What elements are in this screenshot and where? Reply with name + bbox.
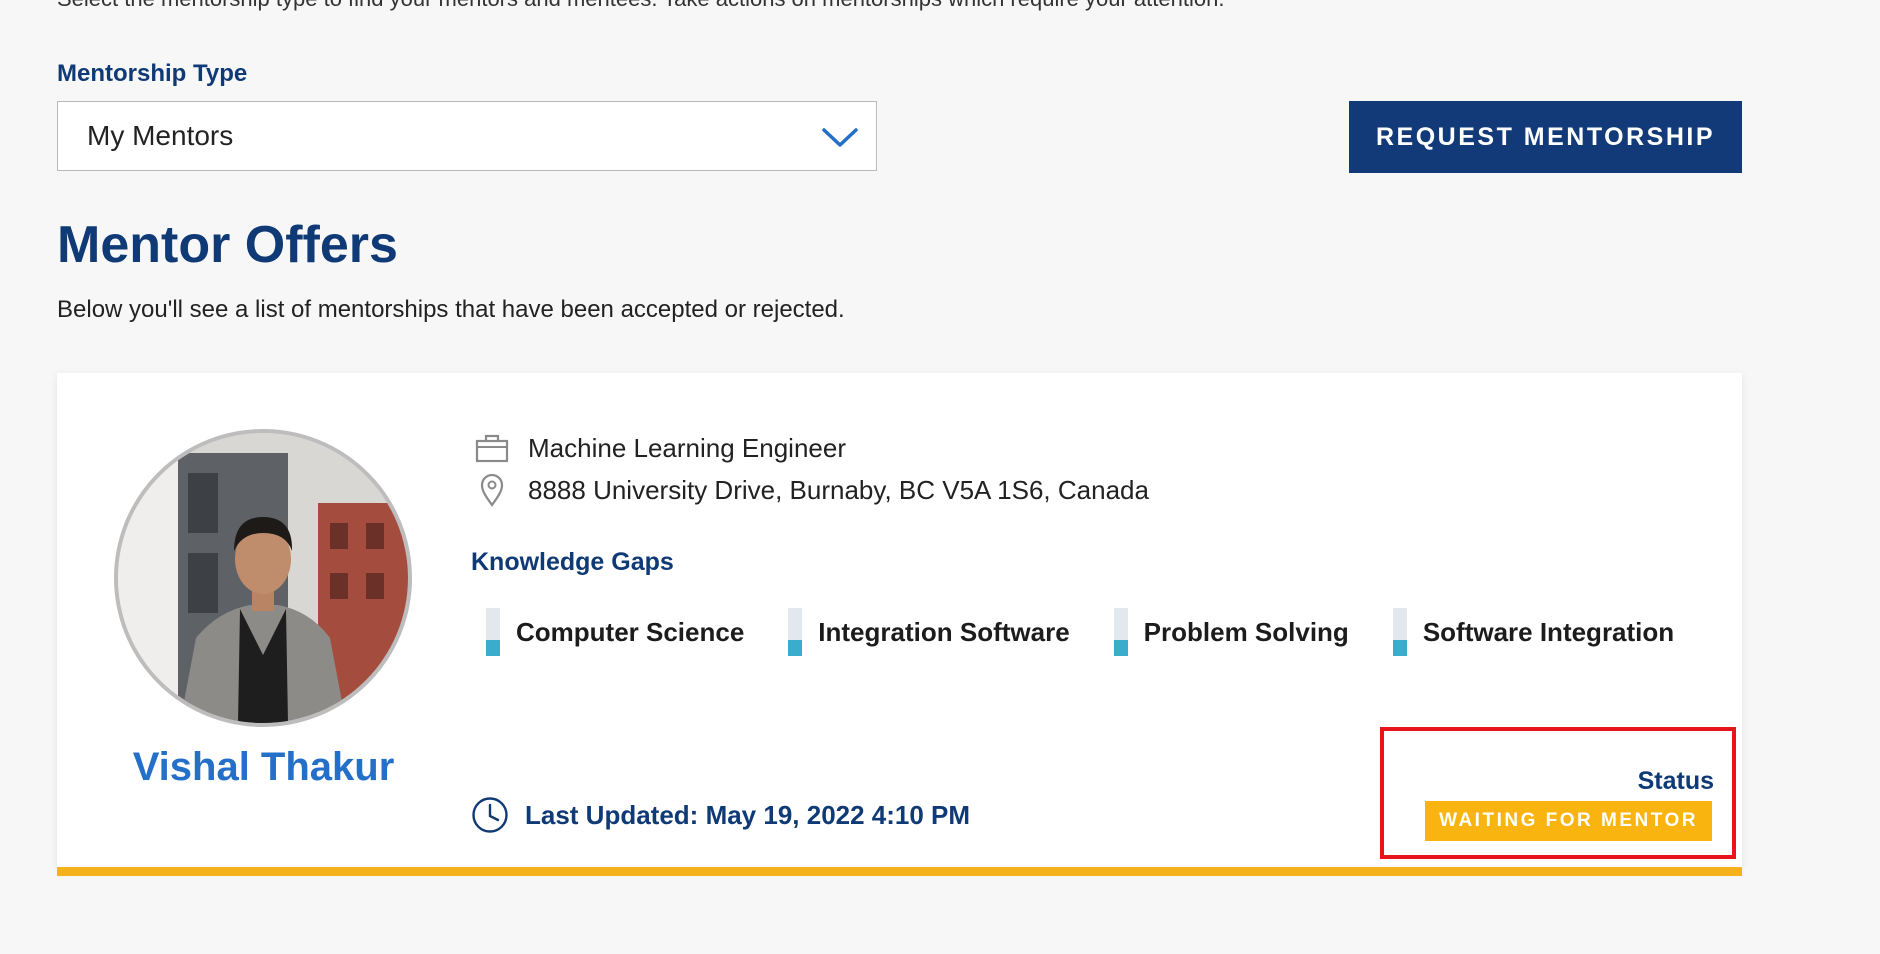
section-description: Below you'll see a list of mentorships t… — [57, 296, 845, 323]
intro-text: Select the mentorship type to find your … — [57, 0, 1224, 12]
section-title: Mentor Offers — [57, 216, 398, 274]
gap-level-fill — [1392, 640, 1407, 656]
status-highlight-box: Status WAITING FOR MENTOR — [1380, 727, 1736, 859]
knowledge-gaps-list: Computer Science Integration Software Pr… — [486, 608, 1718, 656]
mentorship-page: Select the mentorship type to find your … — [0, 0, 1880, 954]
avatar[interactable] — [114, 429, 412, 727]
knowledge-gap-item: Software Integration — [1392, 608, 1675, 656]
mentorship-type-label: Mentorship Type — [57, 60, 248, 87]
job-title-row: Machine Learning Engineer — [474, 430, 846, 466]
knowledge-gap-label: Problem Solving — [1143, 616, 1349, 647]
location: 8888 University Drive, Burnaby, BC V5A 1… — [528, 474, 1149, 505]
avatar-photo — [118, 433, 408, 723]
knowledge-gap-item: Computer Science — [486, 608, 744, 656]
request-mentorship-button[interactable]: REQUEST MENTORSHIP — [1349, 101, 1742, 173]
chevron-down-icon — [822, 128, 858, 147]
knowledge-gap-item: Integration Software — [788, 608, 1070, 656]
briefcase-icon — [475, 434, 509, 463]
job-title: Machine Learning Engineer — [528, 432, 846, 463]
last-updated-row: Last Updated: May 19, 2022 4:10 PM — [471, 796, 970, 834]
status-label: Status — [1637, 767, 1714, 795]
knowledge-gap-label: Integration Software — [818, 616, 1070, 647]
mentorship-type-value: My Mentors — [87, 120, 234, 151]
gap-level-fill — [486, 640, 500, 656]
gap-level-bar — [788, 608, 803, 656]
mentor-name-link[interactable]: Vishal Thakur — [57, 745, 470, 790]
status-badge: WAITING FOR MENTOR — [1425, 801, 1712, 841]
mentorship-type-select[interactable]: My Mentors — [57, 101, 877, 171]
location-row: 8888 University Drive, Burnaby, BC V5A 1… — [474, 472, 1149, 508]
gap-level-fill — [1113, 640, 1128, 656]
knowledge-gap-label: Computer Science — [516, 616, 745, 647]
location-pin-icon — [480, 473, 504, 507]
gap-level-bar — [1113, 608, 1128, 656]
gap-level-bar — [1392, 608, 1407, 656]
last-updated-text: Last Updated: May 19, 2022 4:10 PM — [525, 799, 971, 830]
gap-level-fill — [788, 640, 803, 656]
gap-level-bar — [486, 608, 500, 656]
knowledge-gap-item: Problem Solving — [1113, 608, 1349, 656]
clock-icon — [472, 797, 508, 833]
knowledge-gap-label: Software Integration — [1422, 616, 1675, 647]
knowledge-gaps-title: Knowledge Gaps — [471, 548, 674, 576]
card-accent-bar — [57, 867, 1742, 876]
